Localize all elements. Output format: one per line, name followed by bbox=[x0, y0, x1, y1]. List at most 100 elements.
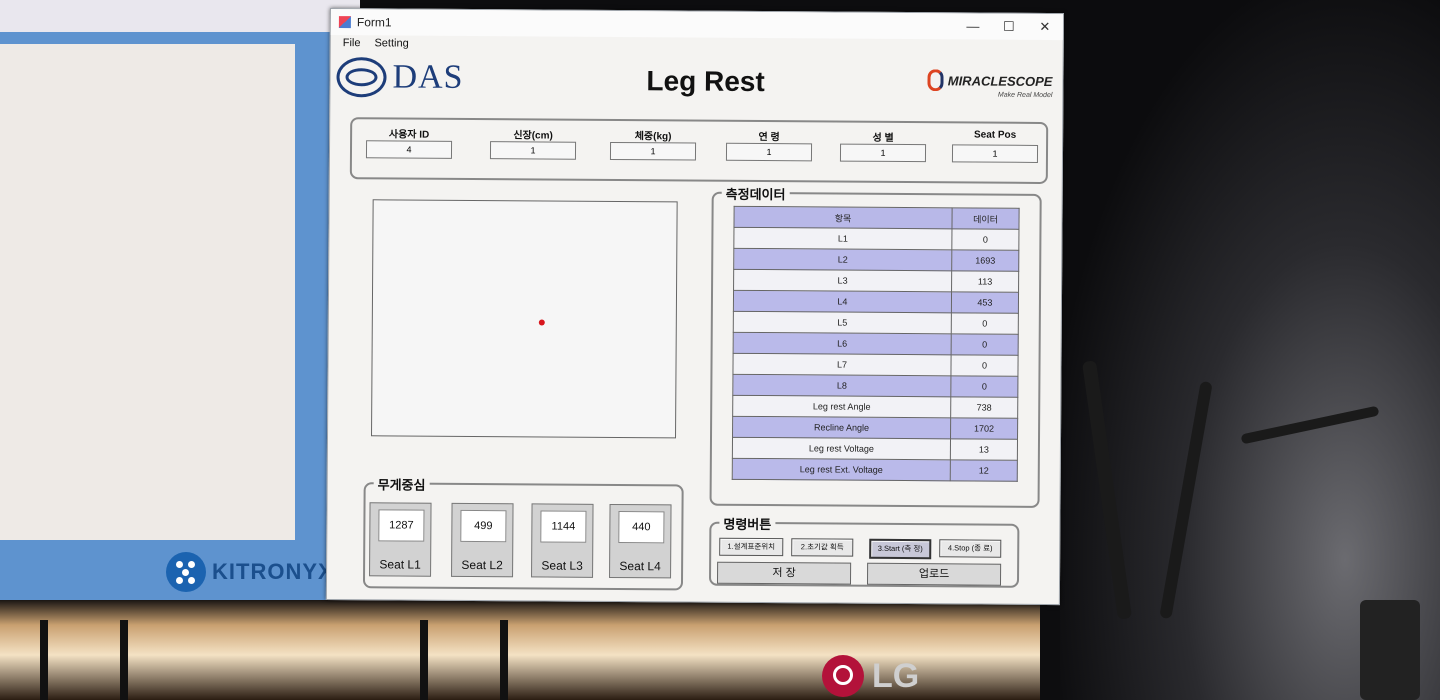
cog-group: 무게중심 1287 Seat L1 499 Seat L2 1144 Seat … bbox=[362, 474, 684, 591]
miraclescope-text: MIRACLESCOPE bbox=[947, 72, 1053, 89]
menu-file[interactable]: File bbox=[343, 35, 361, 53]
row-item: L2 bbox=[733, 248, 952, 271]
row-item: L8 bbox=[732, 374, 951, 397]
row-item: L5 bbox=[733, 311, 952, 334]
row-item: Leg rest Voltage bbox=[732, 437, 951, 460]
table-row: L3 113 bbox=[733, 269, 1019, 293]
row-value: 0 bbox=[950, 375, 1018, 398]
height-label: 신장(cm) bbox=[513, 130, 553, 142]
kitronyx-icon bbox=[166, 552, 206, 592]
command-group: 명령버튼 1.설계표준위치 2.초기값 획득 3.Start (측 정) 4.S… bbox=[708, 513, 1020, 588]
row-item: Leg rest Ext. Voltage bbox=[732, 458, 951, 481]
miraclescope-tagline: Make Real Model bbox=[997, 91, 1053, 100]
cog-point bbox=[538, 319, 545, 326]
measurement-group-label: 측정데이터 bbox=[721, 183, 790, 204]
table-row: L1 0 bbox=[733, 227, 1019, 251]
table-row: L7 0 bbox=[732, 353, 1019, 377]
table-row: L5 0 bbox=[733, 311, 1019, 335]
user-info-group: 사용자 ID 4 신장(cm) 1 체중(kg) 1 연 령 1 성 별 1 S… bbox=[349, 117, 1049, 185]
column-header-data: 데이터 bbox=[951, 207, 1020, 230]
row-value: 738 bbox=[950, 396, 1018, 419]
table-row: Leg rest Voltage 13 bbox=[732, 437, 1018, 461]
initial-value-button[interactable]: 2.초기값 획득 bbox=[791, 538, 854, 557]
kitronyx-text: KITRONYX bbox=[212, 559, 334, 584]
weight-input[interactable]: 1 bbox=[609, 141, 697, 161]
row-value: 113 bbox=[951, 270, 1019, 293]
upload-button[interactable]: 업로드 bbox=[866, 562, 1002, 586]
maximize-button[interactable]: ☐ bbox=[991, 14, 1027, 40]
table-row: Leg rest Angle 738 bbox=[732, 395, 1018, 419]
row-value: 0 bbox=[951, 333, 1019, 356]
gender-label: 성 별 bbox=[872, 132, 894, 144]
save-button[interactable]: 저 장 bbox=[716, 561, 852, 585]
lg-icon bbox=[822, 655, 864, 697]
age-input[interactable]: 1 bbox=[725, 142, 813, 162]
seat-pos-input[interactable]: 1 bbox=[951, 144, 1039, 163]
stop-button[interactable]: 4.Stop (종 료) bbox=[939, 539, 1002, 558]
menu-setting[interactable]: Setting bbox=[374, 35, 408, 53]
seat-l3-label: Seat L3 bbox=[541, 558, 583, 573]
close-button[interactable]: ✕ bbox=[1027, 14, 1063, 40]
standard-position-button[interactable]: 1.설계표준위치 bbox=[719, 537, 784, 557]
user-id-input[interactable]: 4 bbox=[365, 140, 453, 159]
window-title: Form1 bbox=[356, 15, 392, 30]
row-item: L1 bbox=[733, 227, 952, 250]
table-row: L6 0 bbox=[733, 332, 1019, 356]
seat-l1-label: Seat L1 bbox=[379, 557, 421, 572]
row-value: 453 bbox=[951, 291, 1019, 314]
minimize-button[interactable]: — bbox=[955, 13, 991, 39]
table-row: Leg rest Ext. Voltage 12 bbox=[732, 458, 1018, 482]
app-window: Form1 — ☐ ✕ File Setting DAS Leg Rest MI… bbox=[325, 8, 1064, 606]
background-bar bbox=[0, 0, 360, 32]
background-hardware bbox=[1060, 0, 1440, 700]
seat-l4-label: Seat L4 bbox=[619, 559, 661, 574]
row-item: L6 bbox=[733, 332, 952, 355]
row-value: 1693 bbox=[951, 249, 1019, 272]
height-field: 신장(cm) 1 bbox=[489, 126, 577, 160]
table-row: L2 1693 bbox=[733, 248, 1019, 272]
das-logo-text: DAS bbox=[392, 58, 464, 96]
row-value: 0 bbox=[951, 228, 1019, 251]
row-value: 0 bbox=[950, 354, 1019, 377]
row-value: 12 bbox=[950, 459, 1018, 482]
column-header-item: 항목 bbox=[733, 206, 953, 229]
app-icon bbox=[338, 16, 351, 29]
miraclescope-icon bbox=[927, 69, 944, 92]
seat-l3-panel: 1144 Seat L3 bbox=[531, 503, 594, 578]
height-input[interactable]: 1 bbox=[489, 141, 577, 160]
user-id-label: 사용자 ID bbox=[388, 129, 430, 141]
row-item: L3 bbox=[733, 269, 952, 292]
gender-input[interactable]: 1 bbox=[839, 143, 927, 163]
row-item: L7 bbox=[732, 353, 952, 376]
seat-l3-value: 1144 bbox=[540, 510, 587, 543]
app-header: DAS Leg Rest MIRACLESCOPE Make Real Mode… bbox=[330, 53, 1062, 110]
row-value: 1702 bbox=[950, 417, 1018, 440]
weight-label: 체중(kg) bbox=[634, 131, 672, 143]
measurement-table: 항목 데이터 L1 0 L2 1693 L3 113 L4 453 L5 0 L… bbox=[732, 206, 1020, 482]
age-field: 연 령 1 bbox=[725, 128, 813, 162]
seat-pos-label: Seat Pos bbox=[973, 129, 1017, 141]
row-item: L4 bbox=[733, 290, 952, 313]
row-item: Recline Angle bbox=[732, 416, 951, 439]
measurement-group: 측정데이터 항목 데이터 L1 0 L2 1693 L3 113 L4 453 … bbox=[709, 183, 1042, 508]
row-value: 13 bbox=[950, 438, 1018, 461]
seat-l2-panel: 499 Seat L2 bbox=[451, 502, 514, 578]
table-row: L4 453 bbox=[733, 290, 1019, 314]
start-button[interactable]: 3.Start (측 정) bbox=[869, 538, 932, 560]
seat-pos-field: Seat Pos 1 bbox=[951, 129, 1039, 163]
command-group-label: 명령버튼 bbox=[719, 513, 776, 534]
lg-text: LG bbox=[872, 656, 920, 695]
seat-l2-value: 499 bbox=[460, 509, 507, 543]
seat-l2-label: Seat L2 bbox=[461, 557, 503, 573]
seat-l1-value: 1287 bbox=[378, 509, 425, 542]
seat-l1-panel: 1287 Seat L1 bbox=[369, 502, 432, 577]
cog-group-label: 무게중심 bbox=[373, 474, 430, 494]
miraclescope-logo: MIRACLESCOPE Make Real Model bbox=[927, 69, 1053, 100]
das-emblem-icon bbox=[336, 57, 387, 98]
lg-logo: LG bbox=[822, 655, 919, 697]
row-value: 0 bbox=[951, 312, 1019, 335]
user-id-field: 사용자 ID 4 bbox=[365, 125, 453, 159]
table-row: Recline Angle 1702 bbox=[732, 416, 1018, 440]
age-label: 연 령 bbox=[758, 131, 780, 144]
das-logo: DAS bbox=[336, 57, 464, 98]
